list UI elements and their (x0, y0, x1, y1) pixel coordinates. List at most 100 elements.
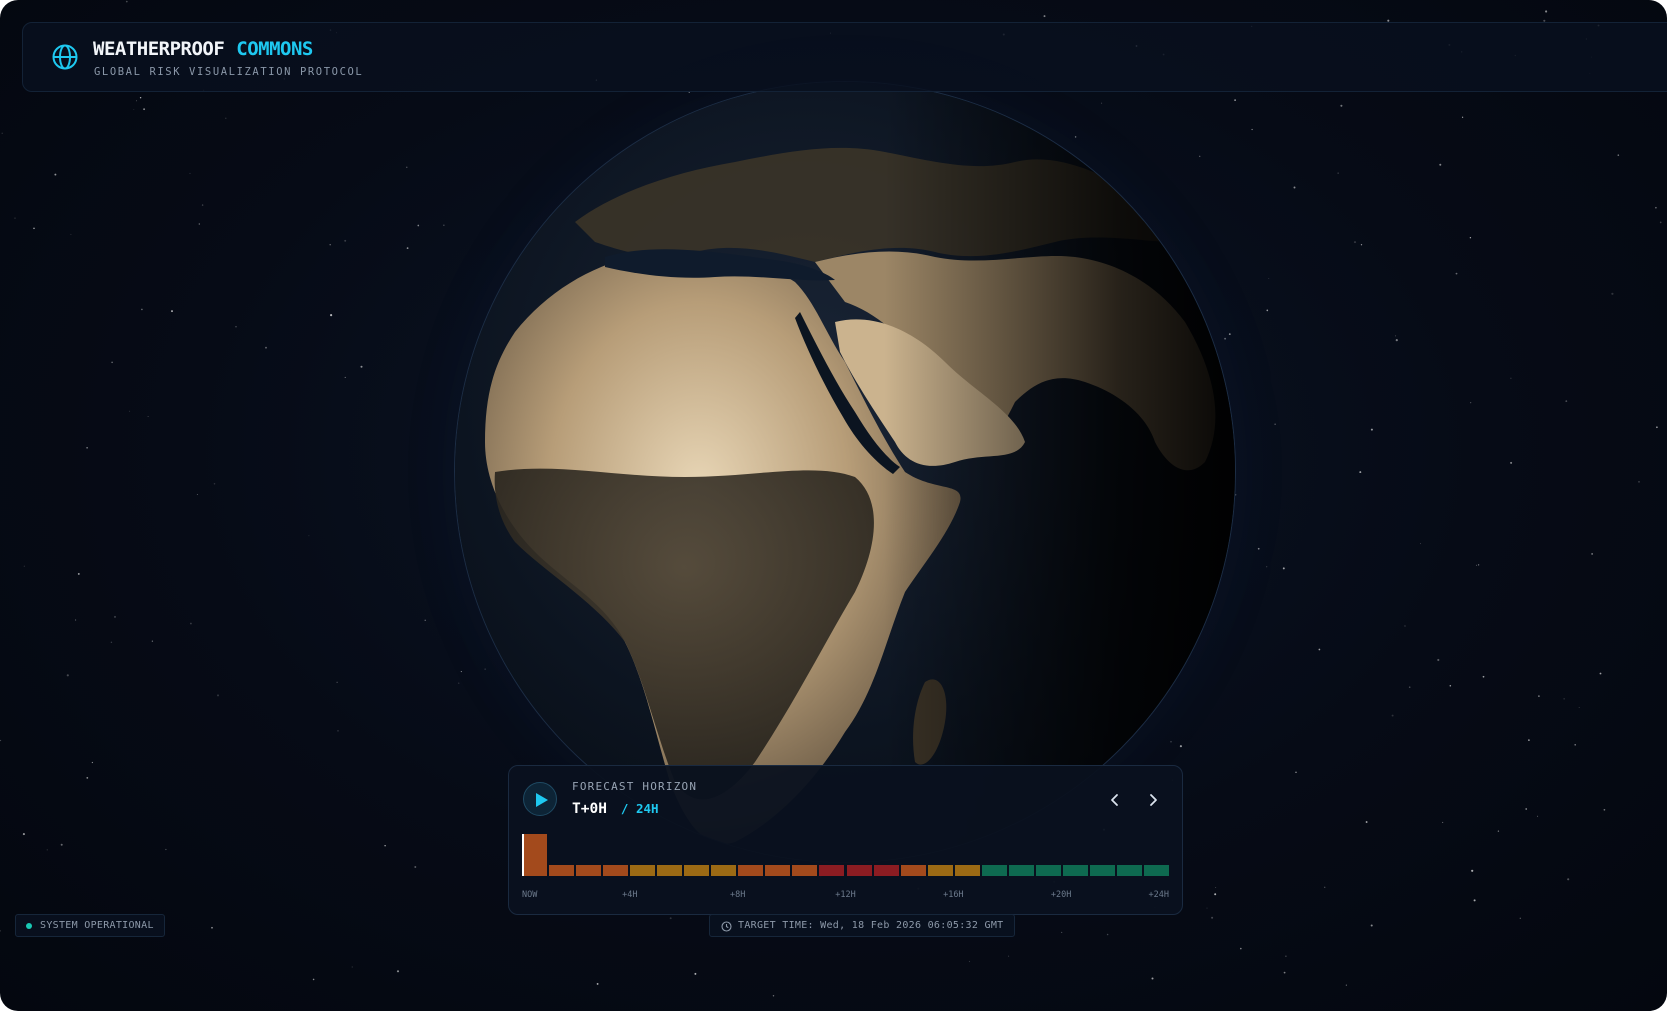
timeline-hour-bar[interactable] (522, 834, 548, 876)
timeline-hour-bar[interactable] (873, 865, 899, 876)
forecast-horizon-label: FORECAST HORIZON (572, 780, 698, 793)
play-button[interactable] (523, 782, 557, 816)
star (336, 681, 338, 683)
timeline-hour-bar[interactable] (927, 865, 953, 876)
timeline-hour-bar[interactable] (684, 865, 710, 876)
star (201, 204, 204, 206)
star (1353, 241, 1357, 244)
star (669, 917, 672, 920)
star (14, 217, 16, 219)
star (1395, 339, 1398, 342)
star (1591, 553, 1593, 555)
timeline-hour-bar[interactable] (1143, 865, 1169, 876)
forecast-total-hours: / 24H (620, 801, 659, 816)
star (196, 494, 198, 495)
play-icon (536, 793, 548, 807)
star (360, 365, 363, 368)
star (1567, 878, 1570, 881)
timeline-hour-bar[interactable] (954, 865, 980, 876)
next-hour-button[interactable] (1143, 790, 1163, 810)
star (77, 572, 80, 575)
app-window: WEATHERPROOF COMMONS GLOBAL RISK VISUALIZ… (0, 0, 1667, 1011)
star (1257, 547, 1260, 550)
star (1482, 675, 1485, 678)
star (337, 730, 339, 732)
timeline-tick-label: +12H (835, 890, 856, 900)
star (1151, 977, 1154, 980)
star (1206, 907, 1208, 909)
timeline-hour-bar[interactable] (900, 865, 926, 876)
timeline-hour-bar[interactable] (792, 865, 818, 876)
star (1395, 335, 1397, 337)
globe-icon (52, 44, 78, 70)
star (151, 640, 154, 642)
star (1473, 899, 1476, 902)
timeline-hour-bar[interactable] (1008, 865, 1034, 876)
star (1617, 154, 1620, 156)
star (136, 100, 137, 102)
timeline-cursor[interactable] (522, 834, 524, 876)
timeline-hour-bar[interactable] (846, 865, 872, 876)
timeline-hour-bar[interactable] (576, 865, 602, 876)
star (1061, 931, 1063, 933)
star (1293, 186, 1296, 189)
star (91, 761, 94, 764)
star (330, 314, 333, 317)
star (66, 674, 69, 677)
timeline-hour-bar[interactable] (549, 865, 575, 876)
star (75, 619, 77, 621)
star (1370, 428, 1373, 431)
timeline-hour-bar[interactable] (603, 865, 629, 876)
clock-icon (721, 921, 732, 932)
star (694, 972, 697, 975)
star (1295, 771, 1297, 774)
star (1251, 128, 1253, 131)
star (139, 97, 142, 99)
star (443, 224, 445, 226)
timeline-hour-bar[interactable] (981, 865, 1007, 876)
timeline-hour-bar[interactable] (738, 865, 764, 876)
star (171, 310, 173, 313)
star (110, 641, 113, 644)
star (1282, 567, 1285, 570)
star (133, 108, 135, 110)
chevron-right-icon (1150, 794, 1157, 806)
globe-map (455, 82, 1235, 862)
status-text: SYSTEM OPERATIONAL (40, 920, 154, 931)
star (1455, 272, 1458, 275)
timeline-hour-bar[interactable] (1116, 865, 1142, 876)
timeline-hour-bar[interactable] (711, 865, 737, 876)
star (1283, 971, 1286, 974)
app-title: WEATHERPROOF COMMONS (93, 38, 313, 60)
hourly-risk-timeline[interactable] (522, 832, 1169, 876)
star (1318, 648, 1321, 651)
star (329, 243, 331, 246)
star (1519, 917, 1521, 919)
timeline-hour-bar[interactable] (630, 865, 656, 876)
timeline-tick-label: +4H (622, 890, 638, 900)
star (1008, 955, 1010, 957)
star (0, 930, 1, 932)
star (1563, 698, 1565, 700)
system-status-badge: SYSTEM OPERATIONAL (15, 914, 165, 937)
timeline-hour-bar[interactable] (765, 865, 791, 876)
star (0, 739, 2, 742)
star (1565, 400, 1568, 402)
app-subtitle: GLOBAL RISK VISUALIZATION PROTOCOL (94, 66, 364, 78)
star (1510, 377, 1512, 379)
star (141, 308, 143, 311)
earth-globe[interactable] (455, 82, 1235, 862)
target-time-badge: TARGET TIME: Wed, 18 Feb 2026 06:05:32 G… (709, 914, 1015, 937)
timeline-hour-bar[interactable] (819, 865, 845, 876)
timeline-hour-bar[interactable] (657, 865, 683, 876)
previous-hour-button[interactable] (1105, 790, 1125, 810)
star (414, 866, 417, 868)
star (1360, 244, 1363, 246)
timeline-hour-bar[interactable] (1062, 865, 1088, 876)
timeline-hour-bar[interactable] (1089, 865, 1115, 876)
star (165, 848, 167, 851)
star (1266, 566, 1268, 568)
timeline-hour-bar[interactable] (1035, 865, 1061, 876)
star (1324, 886, 1326, 888)
star (1638, 481, 1640, 483)
